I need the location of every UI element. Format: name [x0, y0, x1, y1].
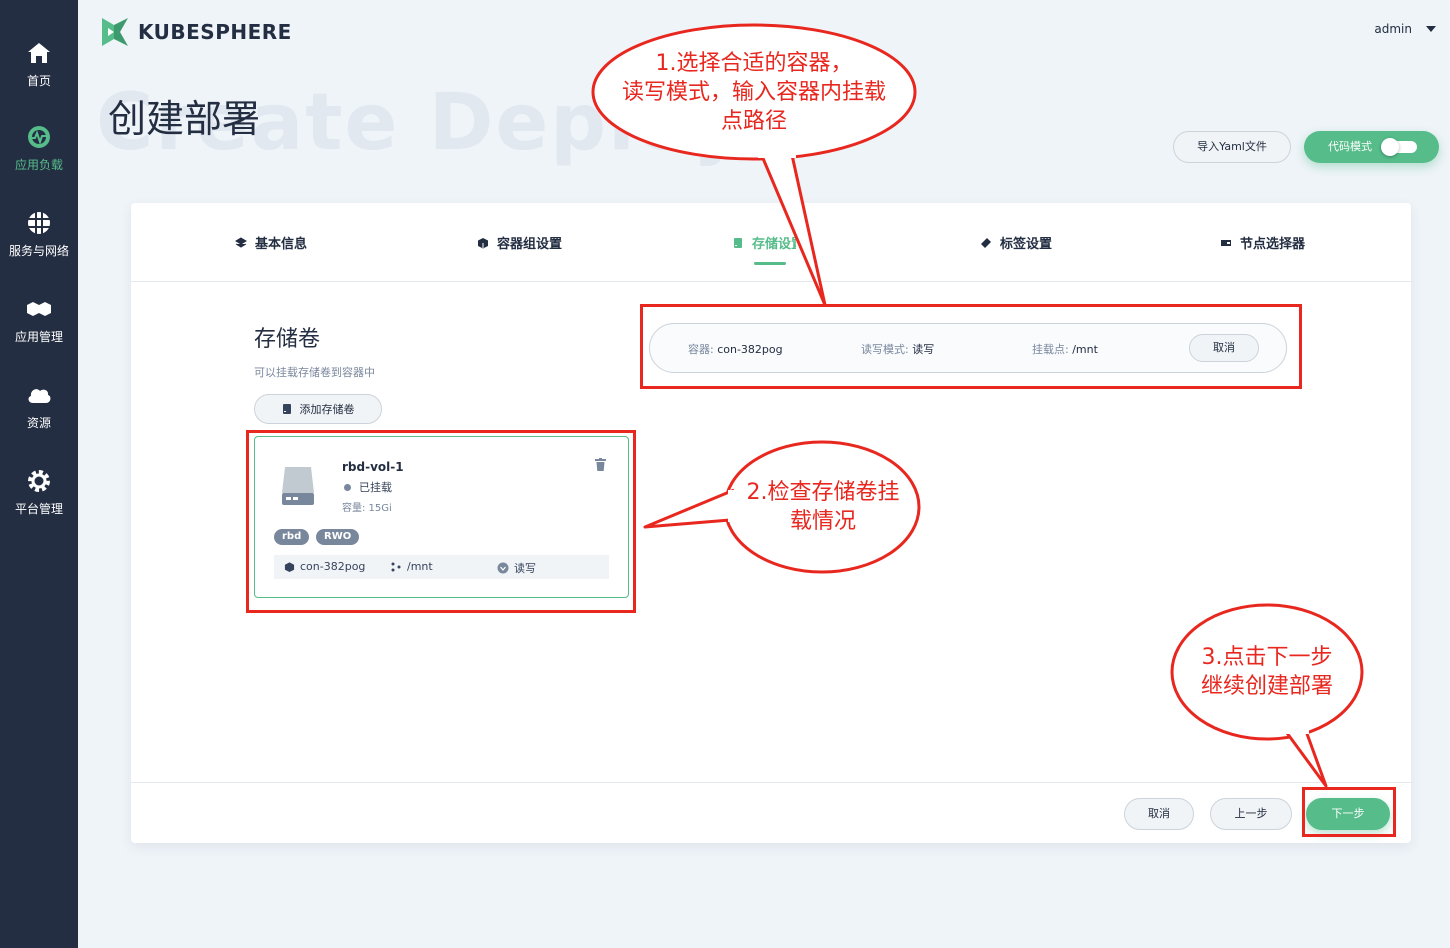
annotation-text-1: 1.选择合适的容器， 读写模式，输入容器内挂载 点路径 — [596, 49, 912, 136]
highlight-box-mount-settings — [640, 304, 1302, 389]
annotation-line: 点路径 — [720, 109, 787, 134]
highlight-box-next-button — [1302, 787, 1396, 837]
annotation-text-3: 3.点击下一步 继续创建部署 — [1175, 643, 1359, 701]
annotation-line: 继续创建部署 — [1200, 674, 1333, 699]
annotation-pointer-3 — [1285, 730, 1328, 788]
highlight-box-volume-card — [246, 430, 636, 613]
annotation-line: 1.选择合适的容器， — [655, 51, 853, 76]
annotation-overlay — [591, 23, 1364, 788]
annotation-pointer-2 — [643, 488, 735, 529]
annotation-line: 载情况 — [789, 509, 856, 534]
annotation-text-2: 2.检查存储卷挂 载情况 — [728, 478, 918, 536]
pointer-mask — [758, 150, 796, 158]
annotation-line: 3.点击下一步 — [1201, 645, 1333, 670]
annotation-line: 读写模式，输入容器内挂载 — [621, 80, 886, 105]
annotation-pointer-1 — [760, 154, 827, 307]
annotation-line: 2.检查存储卷挂 — [746, 480, 900, 505]
pointer-mask — [1285, 724, 1309, 734]
